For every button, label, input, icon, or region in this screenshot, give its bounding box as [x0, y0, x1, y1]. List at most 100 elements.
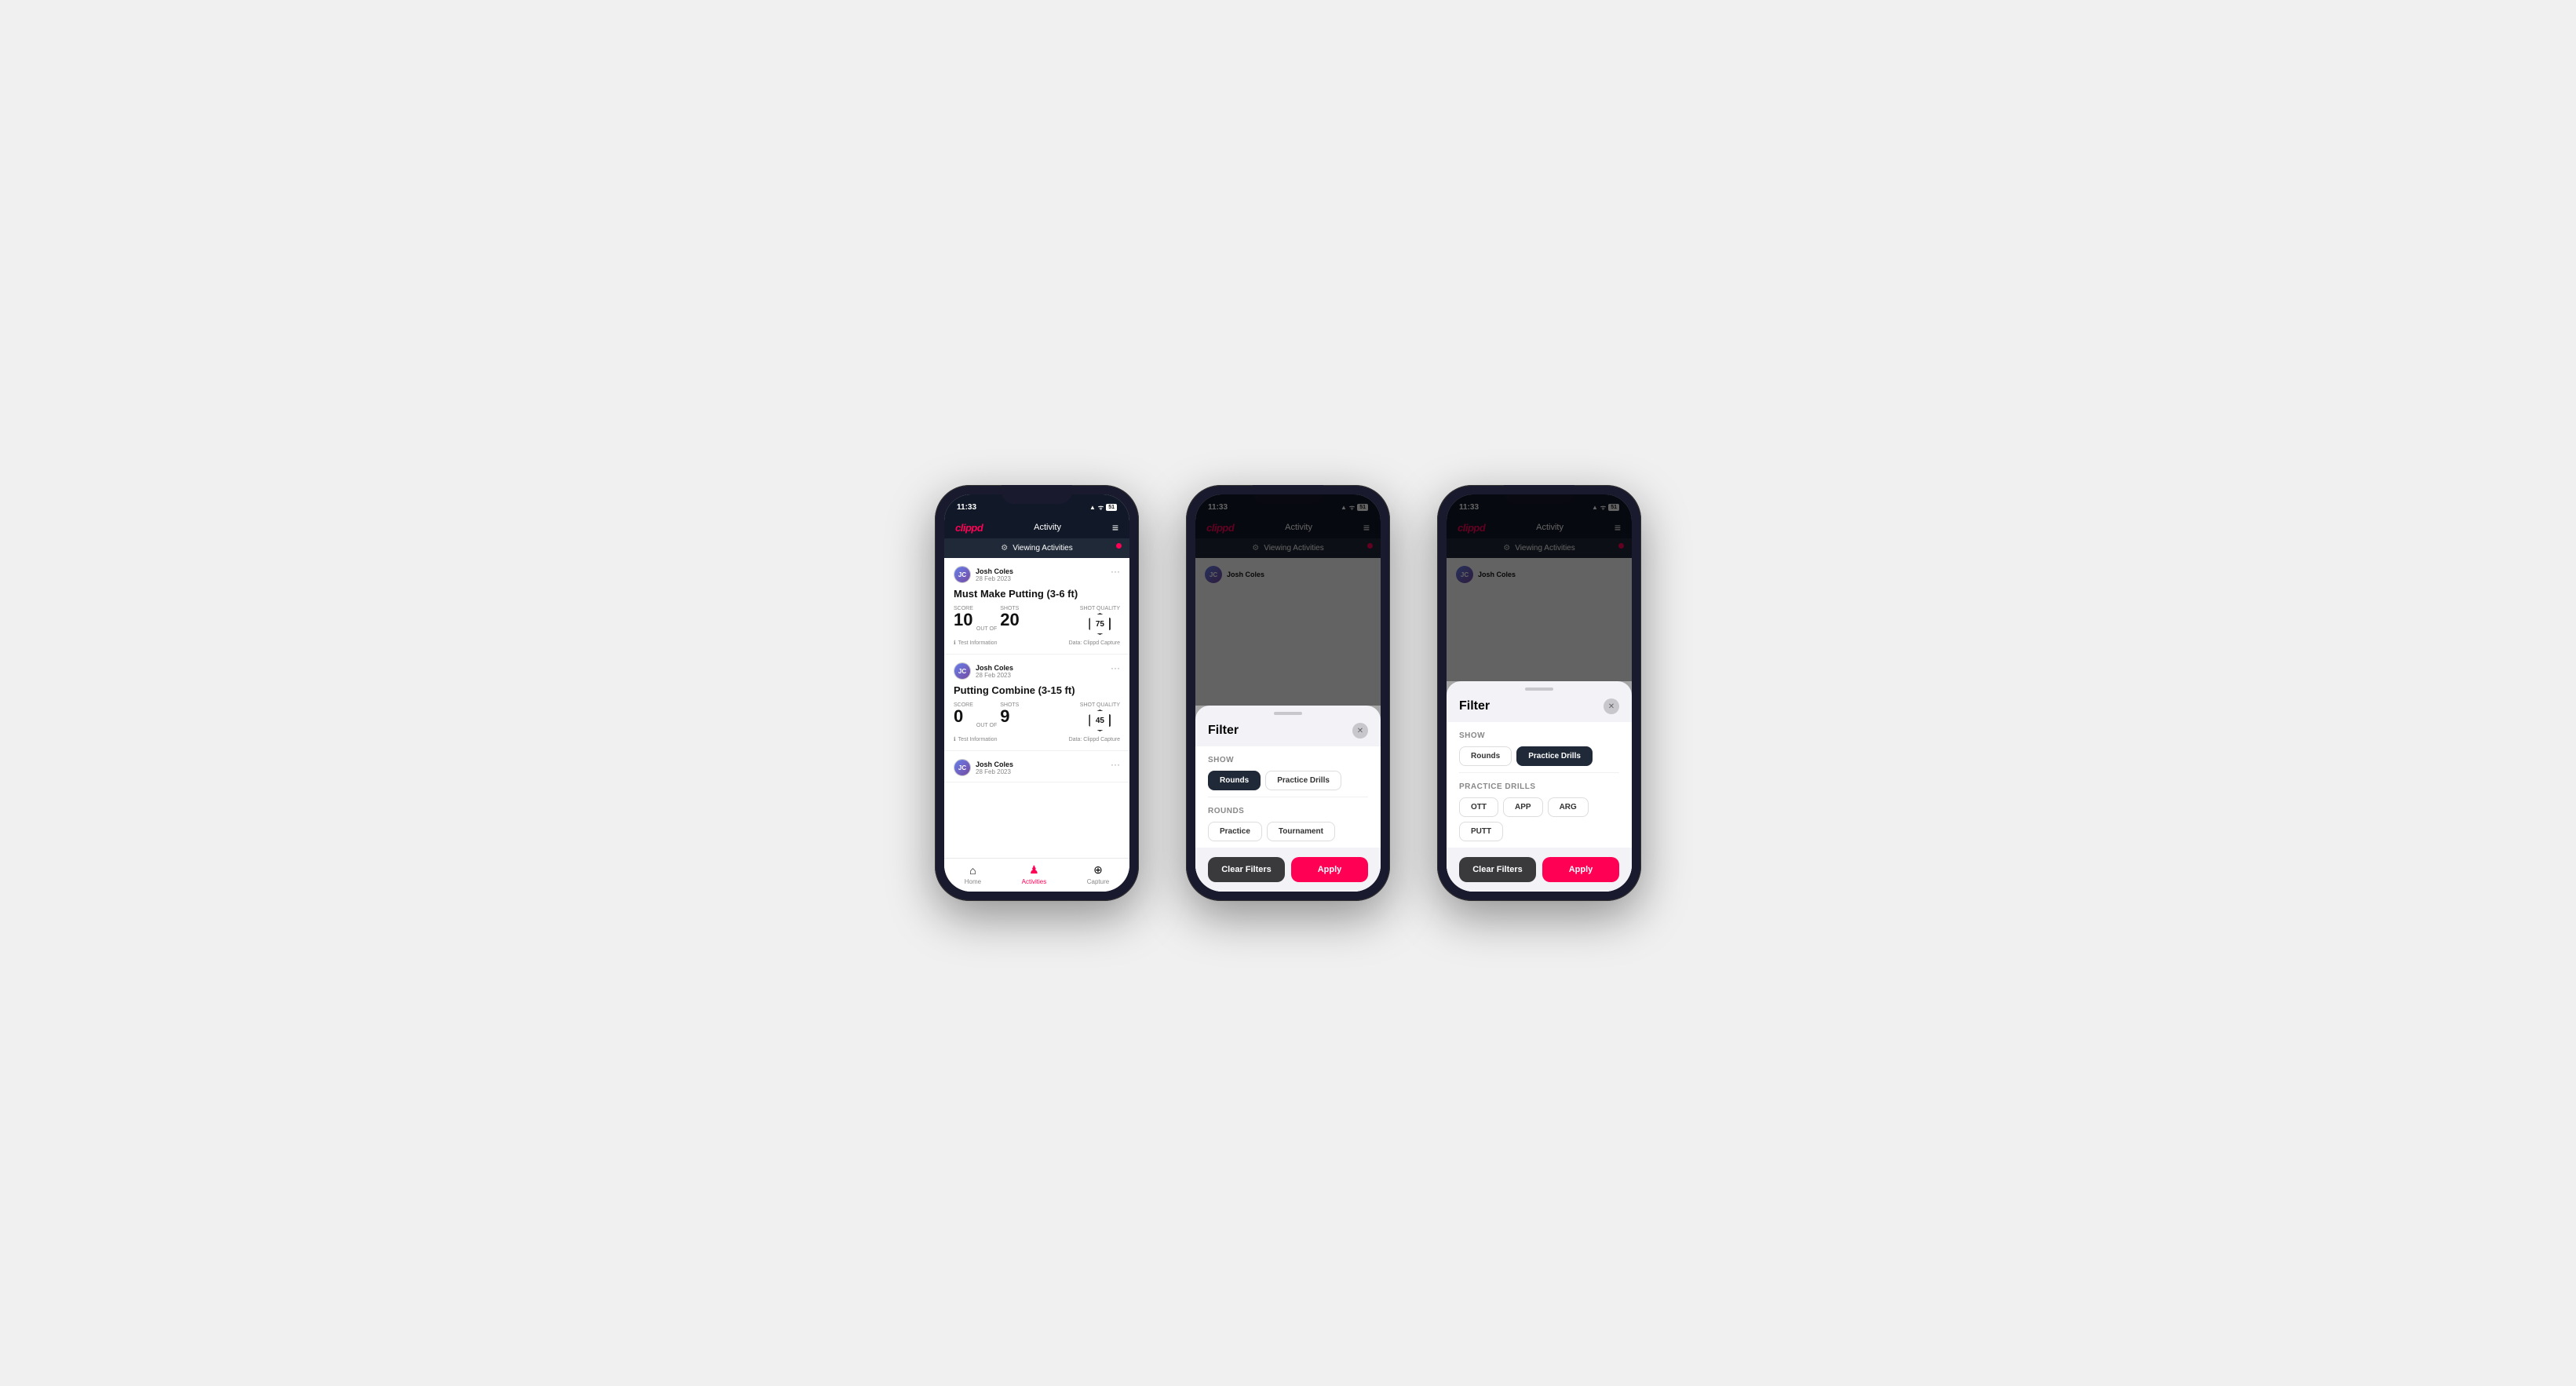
activity-card-3: JC Josh Coles 28 Feb 2023 ··· [944, 751, 1129, 782]
show-options-3: Rounds Practice Drills [1459, 746, 1619, 766]
card-1-stats: Score 10 OUT OF Shots 20 Shot Quality 75 [954, 606, 1120, 635]
drills-section-3: Practice Drills OTT APP ARG PUTT [1459, 773, 1619, 848]
shots-value-2: 9 [1000, 708, 1019, 725]
score-block-1: Score 10 [954, 606, 973, 629]
practice-drills-btn-2[interactable]: Practice Drills [1265, 771, 1341, 790]
tab-activities[interactable]: ♟ Activities [1022, 863, 1047, 885]
sheet-actions-2: Clear Filters Apply [1195, 848, 1381, 892]
card-2-header: JC Josh Coles 28 Feb 2023 ··· [954, 662, 1120, 680]
clear-filters-btn-2[interactable]: Clear Filters [1208, 857, 1285, 882]
card-1-title: Must Make Putting (3-6 ft) [954, 588, 1120, 600]
drills-options-3: OTT APP ARG PUTT [1459, 797, 1619, 841]
arg-btn-3[interactable]: ARG [1548, 797, 1589, 817]
phone-3: 11:33 ▲ ᯤ 51 clippd Activity ≡ ⚙ Viewing… [1437, 485, 1641, 901]
sheet-content-3: Show Rounds Practice Drills Practice Dri… [1447, 722, 1632, 848]
app-logo: clippd [955, 522, 983, 534]
nav-title: Activity [1034, 523, 1061, 532]
menu-icon[interactable]: ≡ [1112, 521, 1118, 534]
close-button-3[interactable]: ✕ [1604, 698, 1619, 714]
filter-sheet-container-3: Filter ✕ Show Rounds Practice Drills [1447, 494, 1632, 892]
tab-bar-1: ⌂ Home ♟ Activities ⊕ Capture [944, 858, 1129, 892]
card-3-user: JC Josh Coles 28 Feb 2023 [954, 759, 1013, 776]
filter-sheet-container-2: Filter ✕ Show Rounds Practice Drills [1195, 494, 1381, 892]
sq-label-1: Shot Quality [1080, 606, 1120, 611]
avatar-img-1: JC [954, 567, 970, 582]
shots-value-1: 20 [1000, 611, 1019, 629]
tab-home[interactable]: ⌂ Home [965, 864, 981, 885]
avatar-2: JC [954, 662, 971, 680]
card-2-footer: ℹ Test Information Data: Clippd Capture [954, 736, 1120, 742]
apply-btn-3[interactable]: Apply [1542, 857, 1619, 882]
user-name-1: Josh Coles [976, 567, 1013, 575]
avatar-1: JC [954, 566, 971, 583]
rounds-btn-2[interactable]: Rounds [1208, 771, 1261, 790]
hexagon-2: 45 [1089, 709, 1111, 731]
more-dots-2[interactable]: ··· [1111, 662, 1120, 673]
apply-btn-2[interactable]: Apply [1291, 857, 1368, 882]
sq-value-1: 75 [1096, 620, 1104, 629]
show-section-2: Show Rounds Practice Drills [1208, 746, 1368, 797]
putt-btn-3[interactable]: PUTT [1459, 822, 1503, 841]
show-label-2: Show [1208, 756, 1368, 764]
more-dots-3[interactable]: ··· [1111, 759, 1120, 770]
ott-btn-3[interactable]: OTT [1459, 797, 1498, 817]
more-dots-1[interactable]: ··· [1111, 566, 1120, 577]
status-time: 11:33 [957, 503, 976, 512]
activity-card-2: JC Josh Coles 28 Feb 2023 ··· Putting Co… [944, 655, 1129, 751]
user-date-2: 28 Feb 2023 [976, 672, 1013, 679]
home-icon: ⌂ [969, 864, 976, 877]
data-source-2: Data: Clippd Capture [1069, 737, 1120, 742]
avatar-3: JC [954, 759, 971, 776]
card-1-user: JC Josh Coles 28 Feb 2023 [954, 566, 1013, 583]
phone-3-screen: 11:33 ▲ ᯤ 51 clippd Activity ≡ ⚙ Viewing… [1447, 494, 1632, 892]
phone-2: 11:33 ▲ ᯤ 51 clippd Activity ≡ ⚙ Viewing… [1186, 485, 1390, 901]
score-block-2: Score 0 [954, 702, 973, 725]
user-info-3: Josh Coles 28 Feb 2023 [976, 760, 1013, 775]
tab-home-label: Home [965, 878, 981, 885]
rounds-btn-3[interactable]: Rounds [1459, 746, 1512, 766]
card-1-footer: ℹ Test Information Data: Clippd Capture [954, 640, 1120, 646]
show-options-2: Rounds Practice Drills [1208, 771, 1368, 790]
filter-icon: ⚙ [1001, 544, 1008, 553]
activity-feed: JC Josh Coles 28 Feb 2023 ··· Must Make … [944, 558, 1129, 858]
drills-label-3: Practice Drills [1459, 782, 1619, 791]
user-info-1: Josh Coles 28 Feb 2023 [976, 567, 1013, 582]
card-3-header: JC Josh Coles 28 Feb 2023 ··· [954, 759, 1120, 776]
filter-backdrop-2[interactable] [1195, 494, 1381, 706]
practice-drills-btn-3[interactable]: Practice Drills [1516, 746, 1593, 766]
show-section-3: Show Rounds Practice Drills [1459, 722, 1619, 772]
sq-value-2: 45 [1096, 717, 1104, 725]
notification-dot [1116, 543, 1122, 549]
info-icon-1: ℹ [954, 640, 956, 646]
avatar-img-2: JC [954, 663, 970, 679]
phone-1-screen: 11:33 ▲ ᯤ 51 clippd Activity ≡ ⚙ Viewing… [944, 494, 1129, 892]
close-button-2[interactable]: ✕ [1352, 723, 1368, 739]
notch [1002, 485, 1072, 504]
user-info-2: Josh Coles 28 Feb 2023 [976, 664, 1013, 679]
outof-2: OUT OF [976, 723, 997, 731]
filter-title-3: Filter [1459, 699, 1490, 713]
wifi-icon: ᯤ [1098, 503, 1104, 512]
shots-block-1: Shots 20 [1000, 606, 1019, 629]
phone-2-screen: 11:33 ▲ ᯤ 51 clippd Activity ≡ ⚙ Viewing… [1195, 494, 1381, 892]
viewing-banner-1[interactable]: ⚙ Viewing Activities [944, 538, 1129, 558]
show-label-3: Show [1459, 731, 1619, 740]
practice-btn-2[interactable]: Practice [1208, 822, 1262, 841]
capture-icon: ⊕ [1093, 863, 1103, 877]
status-icons: ▲ ᯤ 51 [1089, 503, 1117, 512]
tab-capture-label: Capture [1087, 878, 1109, 885]
filter-sheet-2: Filter ✕ Show Rounds Practice Drills [1195, 706, 1381, 892]
filter-backdrop-3[interactable] [1447, 494, 1632, 681]
hexagon-1: 75 [1089, 613, 1111, 635]
user-name-2: Josh Coles [976, 664, 1013, 672]
sheet-header-2: Filter ✕ [1195, 723, 1381, 746]
score-value-1: 10 [954, 611, 973, 629]
tournament-btn-2[interactable]: Tournament [1267, 822, 1335, 841]
phones-container: 11:33 ▲ ᯤ 51 clippd Activity ≡ ⚙ Viewing… [935, 485, 1641, 901]
sheet-handle-2 [1274, 712, 1302, 715]
sheet-actions-3: Clear Filters Apply [1447, 848, 1632, 892]
clear-filters-btn-3[interactable]: Clear Filters [1459, 857, 1536, 882]
outof-1: OUT OF [976, 626, 997, 635]
tab-capture[interactable]: ⊕ Capture [1087, 863, 1109, 885]
app-btn-3[interactable]: APP [1503, 797, 1543, 817]
